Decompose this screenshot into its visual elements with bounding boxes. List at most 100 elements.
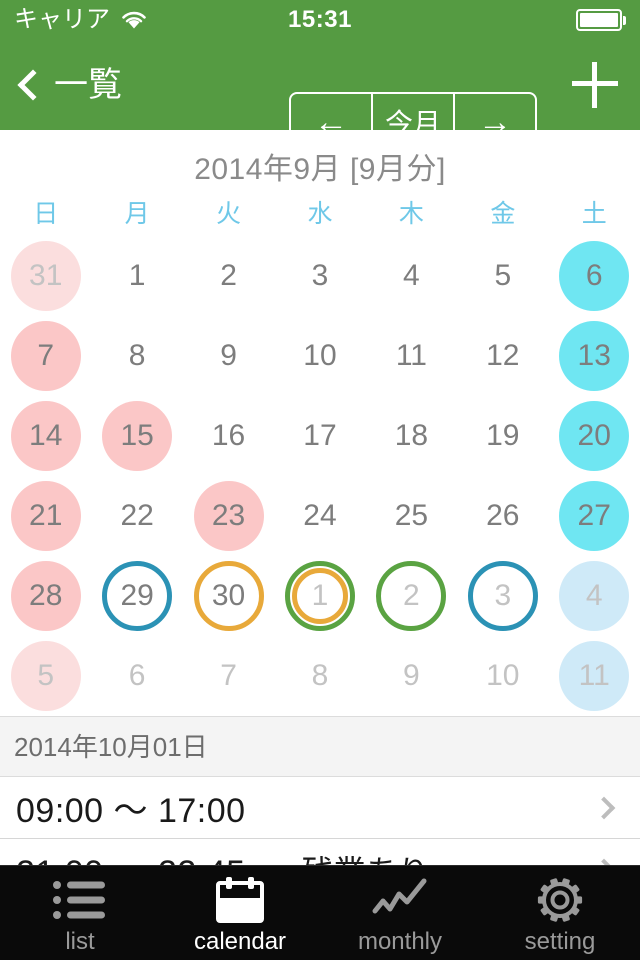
- day-marker-ring-outer: [467, 561, 538, 631]
- next-month-button[interactable]: →: [453, 94, 535, 150]
- calendar-day-cell[interactable]: 10: [274, 316, 365, 396]
- weekday-header-3: 水: [307, 200, 333, 228]
- calendar-day-2: 2: [376, 561, 447, 631]
- calendar-day-17: 17: [285, 401, 355, 471]
- calendar-day-number: 6: [585, 259, 603, 292]
- calendar-day-cell[interactable]: 21: [0, 476, 91, 556]
- calendar-day-number: 16: [211, 419, 246, 452]
- calendar-day-cell[interactable]: 3: [457, 556, 548, 636]
- calendar-day-30: 30: [193, 561, 264, 631]
- calendar-day-6: 6: [559, 241, 630, 311]
- calendar-day-9: 9: [376, 641, 446, 711]
- calendar-day-cell[interactable]: 25: [366, 476, 457, 556]
- calendar-day-number: 11: [395, 339, 427, 372]
- calendar-day-number: 7: [220, 659, 237, 692]
- calendar-day-cell[interactable]: 30: [183, 556, 274, 636]
- weekday-header-5: 金: [490, 200, 516, 228]
- calendar-day-8: 8: [285, 641, 355, 711]
- calendar-day-cell[interactable]: 11: [549, 636, 640, 716]
- calendar-day-cell[interactable]: 28: [0, 556, 91, 636]
- tab-label: list: [65, 928, 95, 955]
- event-section-header: 2014年10月01日: [0, 716, 640, 777]
- calendar-day-cell[interactable]: 10: [457, 636, 548, 716]
- event-row[interactable]: 09:00 〜 17:00: [0, 777, 640, 839]
- calendar-day-cell[interactable]: 9: [183, 316, 274, 396]
- weekday-header-4: 木: [398, 200, 424, 228]
- calendar-day-cell[interactable]: 24: [274, 476, 365, 556]
- calendar-day-11: 11: [376, 321, 446, 391]
- calendar-day-20: 20: [559, 401, 630, 471]
- calendar-day-cell[interactable]: 4: [549, 556, 640, 636]
- calendar-day-cell[interactable]: 22: [91, 476, 182, 556]
- back-button[interactable]: 一覧: [17, 68, 122, 102]
- calendar-day-cell[interactable]: 1: [91, 236, 182, 316]
- calendar-day-cell[interactable]: 9: [366, 636, 457, 716]
- calendar-day-1: 1: [102, 241, 172, 311]
- calendar-day-number: 4: [403, 259, 420, 292]
- calendar-day-cell[interactable]: 3: [274, 236, 365, 316]
- event-time-range: 09:00 〜 17:00: [16, 792, 246, 830]
- calendar-day-number: 22: [120, 499, 154, 532]
- calendar-day-14: 14: [10, 401, 81, 471]
- calendar-day-cell[interactable]: 27: [549, 476, 640, 556]
- tab-setting[interactable]: setting: [480, 866, 640, 960]
- calendar-day-cell[interactable]: 4: [366, 236, 457, 316]
- calendar-day-cell[interactable]: 23: [183, 476, 274, 556]
- calendar-day-cell[interactable]: 31: [0, 236, 91, 316]
- calendar-day-cell[interactable]: 1: [274, 556, 365, 636]
- tab-monthly[interactable]: monthly: [320, 866, 480, 960]
- calendar-day-15: 15: [102, 401, 173, 471]
- calendar-day-cell[interactable]: 8: [91, 316, 182, 396]
- calendar-day-cell[interactable]: 19: [457, 396, 548, 476]
- calendar-day-number: 20: [577, 419, 611, 452]
- calendar-day-cell[interactable]: 6: [549, 236, 640, 316]
- tab-calendar[interactable]: calendar: [160, 866, 320, 960]
- calendar-day-cell[interactable]: 2: [183, 236, 274, 316]
- calendar-day-number: 7: [37, 339, 55, 372]
- calendar-day-cell[interactable]: 20: [549, 396, 640, 476]
- prev-month-button[interactable]: ←: [291, 94, 371, 150]
- calendar-day-cell[interactable]: 15: [91, 396, 182, 476]
- calendar-day-23: 23: [193, 481, 264, 551]
- chevron-left-icon: [17, 69, 49, 101]
- calendar-day-number: 27: [577, 499, 611, 532]
- calendar-day-cell[interactable]: 13: [549, 316, 640, 396]
- calendar-day-19: 19: [468, 401, 538, 471]
- calendar-day-cell[interactable]: 8: [274, 636, 365, 716]
- calendar-day-cell[interactable]: 18: [366, 396, 457, 476]
- calendar-day-cell[interactable]: 16: [183, 396, 274, 476]
- calendar-day-number: 25: [394, 499, 429, 532]
- calendar-week-row: 31 1 2 3 4 5 6: [0, 236, 640, 316]
- calendar-day-cell[interactable]: 11: [366, 316, 457, 396]
- calendar-day-cell[interactable]: 26: [457, 476, 548, 556]
- current-month-button[interactable]: 今月: [371, 94, 453, 150]
- calendar-day-9: 9: [194, 321, 264, 391]
- add-button[interactable]: [572, 62, 618, 108]
- calendar-day-29: 29: [102, 561, 173, 631]
- calendar-day-cell[interactable]: 17: [274, 396, 365, 476]
- calendar-day-cell[interactable]: 12: [457, 316, 548, 396]
- weekday-header-2: 火: [216, 200, 242, 228]
- calendar-day-cell[interactable]: 6: [91, 636, 182, 716]
- day-marker-ring-outer: [376, 561, 447, 631]
- calendar-day-cell[interactable]: 7: [0, 316, 91, 396]
- calendar-day-cell[interactable]: 2: [366, 556, 457, 636]
- calendar-day-number: 13: [577, 339, 611, 372]
- calendar-day-cell[interactable]: 7: [183, 636, 274, 716]
- calendar-day-cell[interactable]: 5: [0, 636, 91, 716]
- calendar-day-11: 11: [559, 641, 630, 711]
- app-root: キャリア 15:31 一覧 ← 今月 → 2014年9月 [9月分] 日 月 火…: [0, 0, 640, 960]
- calendar-day-cell[interactable]: 29: [91, 556, 182, 636]
- calendar-day-number: 15: [120, 419, 154, 452]
- calendar-day-cell[interactable]: 14: [0, 396, 91, 476]
- calendar-day-number: 19: [486, 419, 520, 452]
- calendar-day-27: 27: [559, 481, 630, 551]
- weekday-header-row: 日月火水木金土: [0, 192, 640, 236]
- calendar-day-7: 7: [10, 321, 81, 391]
- tab-list[interactable]: list: [0, 866, 160, 960]
- calendar-day-21: 21: [10, 481, 81, 551]
- calendar-day-cell[interactable]: 5: [457, 236, 548, 316]
- gear-icon: [536, 876, 584, 924]
- calendar-day-28: 28: [10, 561, 81, 631]
- calendar-week-row: 5 6 7 8 9 10 11: [0, 636, 640, 716]
